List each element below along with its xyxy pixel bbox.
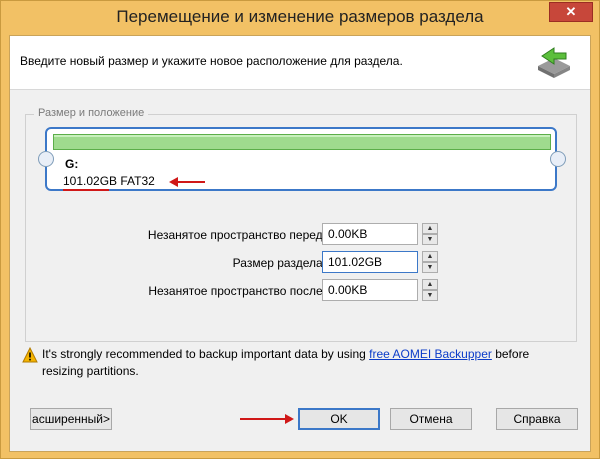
- close-button[interactable]: ✕: [549, 2, 593, 22]
- annotation-arrow: [169, 177, 205, 187]
- partition-bar[interactable]: [53, 134, 551, 150]
- spin-down-icon[interactable]: ▼: [422, 290, 438, 301]
- group-label: Размер и положение: [34, 107, 149, 119]
- unallocated-before-input[interactable]: 0.00KB: [322, 223, 418, 245]
- spin-up-icon[interactable]: ▲: [422, 223, 438, 234]
- annotation-arrow-ok: [240, 414, 294, 424]
- warning-text-before: It's strongly recommended to backup impo…: [42, 347, 370, 361]
- unallocated-after-input[interactable]: 0.00KB: [322, 279, 418, 301]
- spin-up-icon[interactable]: ▲: [422, 279, 438, 290]
- partition-info: 101.02GB FAT32: [63, 174, 155, 188]
- partition-size-spinner[interactable]: ▲ ▼: [422, 251, 438, 273]
- unallocated-before-label: Незанятое пространство перед:: [147, 228, 326, 242]
- field-row-after: Незанятое пространство после: 0.00KB ▲ ▼: [26, 279, 578, 303]
- header-band: Введите новый размер и укажите новое рас…: [10, 36, 590, 90]
- warning-text: It's strongly recommended to backup impo…: [42, 346, 562, 380]
- field-row-before: Незанятое пространство перед: 0.00KB ▲ ▼: [26, 223, 578, 247]
- right-resize-handle[interactable]: [550, 151, 566, 167]
- spin-down-icon[interactable]: ▼: [422, 262, 438, 273]
- ok-button[interactable]: OK: [298, 408, 380, 430]
- unallocated-after-spinner[interactable]: ▲ ▼: [422, 279, 438, 301]
- left-resize-handle[interactable]: [38, 151, 54, 167]
- warning-icon: [22, 347, 38, 363]
- dialog-client-area: Введите новый размер и укажите новое рас…: [9, 35, 591, 452]
- unallocated-before-spinner[interactable]: ▲ ▼: [422, 223, 438, 245]
- drive-letter: G:: [65, 157, 79, 171]
- partition-size-input[interactable]: 101.02GB: [322, 251, 418, 273]
- unallocated-after-label: Незанятое пространство после:: [148, 284, 326, 298]
- field-row-size: Размер раздела: 101.02GB ▲ ▼: [26, 251, 578, 275]
- move-resize-arrow-icon: [538, 47, 570, 78]
- backupper-link[interactable]: free AOMEI Backupper: [369, 347, 492, 361]
- window-title: Перемещение и изменение размеров раздела: [116, 7, 484, 26]
- dialog-window: Перемещение и изменение размеров раздела…: [0, 0, 600, 459]
- partition-size-label: Размер раздела:: [232, 256, 326, 270]
- spin-up-icon[interactable]: ▲: [422, 251, 438, 262]
- advanced-button[interactable]: асширенный>: [30, 408, 112, 430]
- partition-map[interactable]: G: 101.02GB FAT32: [45, 127, 557, 191]
- title-bar[interactable]: Перемещение и изменение размеров раздела…: [1, 1, 599, 35]
- cancel-button[interactable]: Отмена: [390, 408, 472, 430]
- spin-down-icon[interactable]: ▼: [422, 234, 438, 245]
- help-button[interactable]: Справка: [496, 408, 578, 430]
- size-position-group: Размер и положение G: 101.02GB FAT32 Нез…: [25, 107, 578, 342]
- header-instruction: Введите новый размер и укажите новое рас…: [20, 54, 403, 68]
- annotation-underline: [63, 189, 109, 191]
